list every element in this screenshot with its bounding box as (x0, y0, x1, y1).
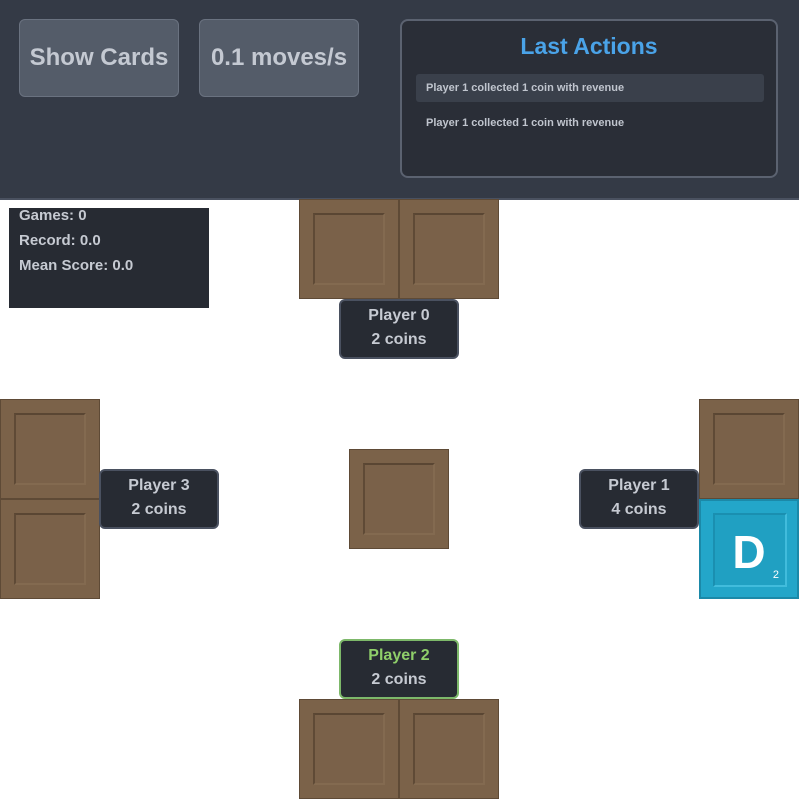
card-back-icon (413, 713, 485, 785)
card-back-icon (363, 463, 435, 535)
games-count: Games: 0 (19, 207, 87, 224)
card-back-icon (713, 413, 785, 485)
player-name: Player 3 (128, 477, 190, 494)
player-2-card-2[interactable] (399, 699, 499, 799)
card-back-icon (14, 513, 86, 585)
action-item: Player 1 collected 1 coin with revenue (416, 74, 764, 102)
mean-score-value: Mean Score: 0.0 (19, 257, 134, 274)
last-actions-title: Last Actions (520, 33, 658, 59)
player-name: Player 0 (368, 307, 430, 324)
player-3-card-1[interactable] (0, 399, 100, 499)
deck-card[interactable] (349, 449, 449, 549)
card-letter: D (732, 526, 766, 578)
stats-panel: Games: 0 Record: 0.0 Mean Score: 0.0 (9, 208, 209, 308)
player-3-label: Player 3 2 coins (99, 469, 219, 529)
player-1-card-1[interactable] (699, 399, 799, 499)
player-1-label: Player 1 4 coins (579, 469, 699, 529)
player-2-card-1[interactable] (299, 699, 399, 799)
player-coins: 2 coins (371, 671, 427, 688)
player-coins: 2 coins (371, 331, 427, 348)
record-value: Record: 0.0 (19, 232, 101, 249)
player-3-card-2[interactable] (0, 499, 100, 599)
player-coins: 2 coins (131, 501, 187, 518)
player-1-card-2-duke[interactable]: D 2 (699, 499, 799, 599)
last-actions-panel: Last Actions Player 1 collected 1 coin w… (400, 19, 778, 178)
player-0-card-2[interactable] (399, 199, 499, 299)
card-count: 2 (772, 569, 779, 581)
player-0-label: Player 0 2 coins (339, 299, 459, 359)
player-name: Player 2 (368, 647, 430, 664)
card-back-icon (14, 413, 86, 485)
card-back-icon (313, 713, 385, 785)
card-back-icon (313, 213, 385, 285)
player-coins: 4 coins (611, 501, 667, 518)
show-cards-button[interactable]: Show Cards (19, 19, 179, 97)
card-back-icon (413, 213, 485, 285)
player-2-label: Player 2 2 coins (339, 639, 459, 699)
player-name: Player 1 (608, 477, 670, 494)
player-0-card-1[interactable] (299, 199, 399, 299)
speed-button[interactable]: 0.1 moves/s (199, 19, 359, 97)
top-panel: Show Cards 0.1 moves/s Last Actions Play… (0, 0, 799, 200)
action-item: Player 1 collected 1 coin with revenue (426, 117, 625, 129)
